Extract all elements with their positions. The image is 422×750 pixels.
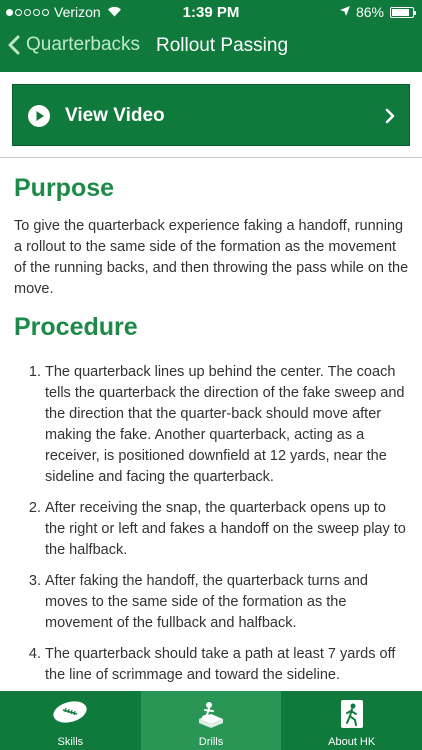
view-video-label: View Video [65,105,165,126]
procedure-step: After receiving the snap, the quarterbac… [45,498,410,561]
tab-label: Skills [57,736,84,748]
tab-label: Drills [198,736,224,748]
location-arrow-icon [339,5,350,19]
page-title: Rollout Passing [156,35,289,56]
tab-skills[interactable]: Skills [0,691,141,750]
status-bar: Verizon 1:39 PM 86% [0,0,422,24]
procedure-heading: Procedure [14,313,138,341]
procedure-step: The quarterback should take a path at le… [45,644,410,686]
football-icon [53,701,87,723]
about-hk-icon [340,700,363,728]
chevron-right-icon [385,108,395,124]
battery-icon [390,6,416,18]
tab-about-hk[interactable]: About HK [281,691,422,750]
play-icon [28,105,50,127]
purpose-heading: Purpose [14,174,115,202]
view-video-button[interactable]: View Video [12,84,410,146]
procedure-step: The quarterback lines up behind the cent… [45,362,410,488]
tab-bar: Skills Drills About HK [0,691,422,750]
procedure-step: After faking the handoff, the quarterbac… [45,571,410,634]
back-button[interactable]: Quarterbacks [8,34,140,56]
drill-content[interactable]: Purpose To give the quarterback experien… [0,158,422,691]
drills-icon [199,702,223,728]
back-label: Quarterbacks [26,34,141,55]
procedure-list: The quarterback lines up behind the cent… [0,362,422,691]
navigation-bar: Quarterbacks Rollout Passing [0,24,422,72]
tab-drills[interactable]: Drills [140,691,282,750]
purpose-text: To give the quarterback experience fakin… [14,218,409,297]
battery-percent: 86% [355,4,384,20]
chevron-left-icon [8,35,20,55]
tab-label: About HK [328,736,376,748]
